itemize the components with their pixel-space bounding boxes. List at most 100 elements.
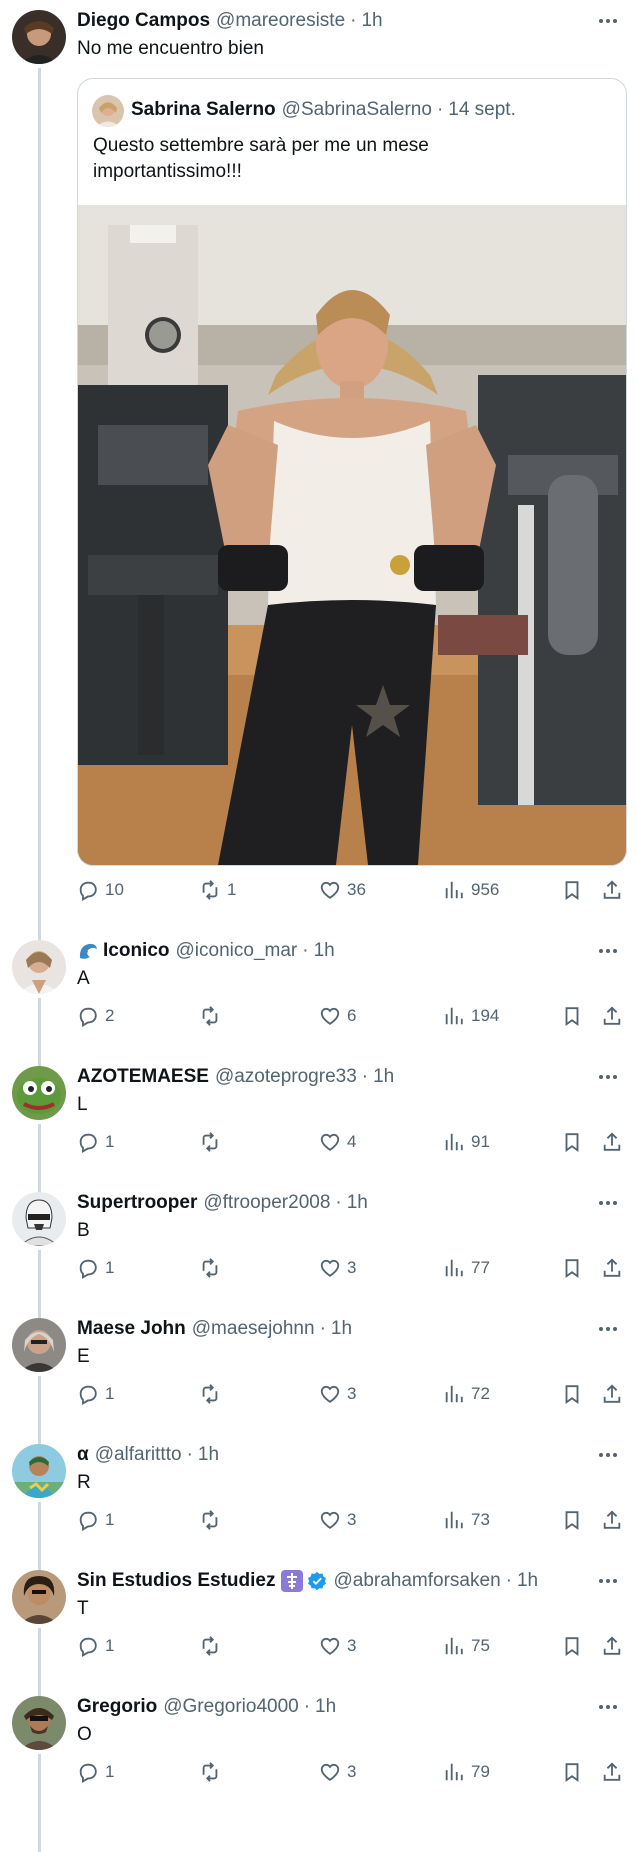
- verified-badge-icon[interactable]: [307, 1571, 327, 1591]
- avatar[interactable]: [12, 1192, 66, 1246]
- views-button[interactable]: 73: [443, 1508, 490, 1532]
- views-button[interactable]: 72: [443, 1382, 490, 1406]
- like-button[interactable]: 36: [319, 878, 366, 902]
- reply-button[interactable]: 1: [77, 1130, 114, 1154]
- more-options-icon[interactable]: [596, 12, 620, 30]
- author-name[interactable]: Sin Estudios Estudiez: [77, 1570, 275, 1592]
- repost-button[interactable]: [199, 1634, 221, 1658]
- avatar[interactable]: [12, 1570, 66, 1624]
- repost-button[interactable]: [199, 1004, 221, 1028]
- reply-button[interactable]: 1: [77, 1508, 114, 1532]
- author-name[interactable]: Iconico: [103, 940, 170, 962]
- views-button[interactable]: 75: [443, 1634, 490, 1658]
- views-button[interactable]: 194: [443, 1004, 499, 1028]
- reply-tweet[interactable]: AZOTEMAESE @azoteprogre33 · 1h L 1 4 91: [0, 1056, 638, 1194]
- avatar[interactable]: [12, 10, 66, 64]
- share-button[interactable]: [601, 1004, 623, 1028]
- views-button[interactable]: 91: [443, 1130, 490, 1154]
- reply-tweet[interactable]: α @alfarittto · 1h R 1 3 73: [0, 1434, 638, 1572]
- like-button[interactable]: 3: [319, 1760, 356, 1784]
- author-handle[interactable]: @iconico_mar: [176, 940, 298, 962]
- reply-tweet[interactable]: Gregorio @Gregorio4000 · 1h O 1 3 79: [0, 1686, 638, 1852]
- views-button[interactable]: 79: [443, 1760, 490, 1784]
- avatar[interactable]: [12, 1066, 66, 1120]
- bookmark-icon: [561, 1761, 583, 1783]
- timestamp[interactable]: 1h: [347, 1192, 368, 1214]
- reply-tweet[interactable]: Maese John @maesejohnn · 1h E 1 3 72: [0, 1308, 638, 1446]
- author-handle[interactable]: @azoteprogre33: [215, 1066, 357, 1088]
- quoted-tweet[interactable]: Sabrina Salerno @SabrinaSalerno · 14 sep…: [77, 78, 627, 866]
- author-handle[interactable]: @ftrooper2008: [203, 1192, 330, 1214]
- share-button[interactable]: [601, 1130, 623, 1154]
- timestamp[interactable]: 1h: [314, 940, 335, 962]
- author-name[interactable]: α: [77, 1444, 89, 1466]
- repost-button[interactable]: [199, 1382, 221, 1406]
- timestamp[interactable]: 1h: [361, 10, 382, 32]
- repost-button[interactable]: [199, 1130, 221, 1154]
- timestamp[interactable]: 1h: [331, 1318, 352, 1340]
- bookmark-button[interactable]: [561, 1004, 583, 1028]
- share-button[interactable]: [601, 1382, 623, 1406]
- like-button[interactable]: 3: [319, 1508, 356, 1532]
- author-handle[interactable]: @abrahamforsaken: [333, 1570, 500, 1592]
- avatar[interactable]: [12, 1444, 66, 1498]
- timestamp[interactable]: 1h: [517, 1570, 538, 1592]
- reply-button[interactable]: 1: [77, 1634, 114, 1658]
- bookmark-button[interactable]: [561, 1634, 583, 1658]
- share-button[interactable]: [601, 1256, 623, 1280]
- reply-button[interactable]: 2: [77, 1004, 114, 1028]
- avatar[interactable]: [12, 940, 66, 994]
- author-handle[interactable]: @mareoresiste: [216, 10, 345, 32]
- share-button[interactable]: [601, 1634, 623, 1658]
- share-button[interactable]: [601, 1760, 623, 1784]
- reply-tweet[interactable]: Iconico @iconico_mar · 1h A 2 6 194: [0, 930, 638, 1068]
- share-button[interactable]: [601, 1508, 623, 1532]
- reply-button[interactable]: 1: [77, 1382, 114, 1406]
- bookmark-button[interactable]: [561, 1508, 583, 1532]
- author-name[interactable]: Diego Campos: [77, 10, 210, 32]
- author-name[interactable]: AZOTEMAESE: [77, 1066, 209, 1088]
- author-handle[interactable]: @Gregorio4000: [163, 1696, 298, 1718]
- quote-photo[interactable]: [78, 205, 626, 865]
- repost-button[interactable]: [199, 1256, 221, 1280]
- avatar[interactable]: [12, 1318, 66, 1372]
- bookmark-button[interactable]: [561, 878, 583, 902]
- author-name[interactable]: Supertrooper: [77, 1192, 197, 1214]
- timestamp[interactable]: 1h: [198, 1444, 219, 1466]
- author-name[interactable]: Gregorio: [77, 1696, 157, 1718]
- more-options-icon[interactable]: [596, 1194, 620, 1212]
- share-button[interactable]: [601, 878, 623, 902]
- like-button[interactable]: 3: [319, 1634, 356, 1658]
- bookmark-button[interactable]: [561, 1760, 583, 1784]
- views-button[interactable]: 77: [443, 1256, 490, 1280]
- repost-button[interactable]: [199, 1508, 221, 1532]
- more-options-icon[interactable]: [596, 1068, 620, 1086]
- main-tweet[interactable]: Diego Campos @mareoresiste · 1h No me en…: [0, 0, 638, 942]
- like-button[interactable]: 3: [319, 1382, 356, 1406]
- more-options-icon[interactable]: [596, 1320, 620, 1338]
- reply-tweet[interactable]: Sin Estudios Estudiez @abrahamforsaken ·…: [0, 1560, 638, 1698]
- more-options-icon[interactable]: [596, 942, 620, 960]
- bookmark-button[interactable]: [561, 1130, 583, 1154]
- more-options-icon[interactable]: [596, 1446, 620, 1464]
- reply-button[interactable]: 1: [77, 1760, 114, 1784]
- reply-button[interactable]: 1: [77, 1256, 114, 1280]
- reply-tweet[interactable]: Supertrooper @ftrooper2008 · 1h B 1 3 77: [0, 1182, 638, 1320]
- views-button[interactable]: 956: [443, 878, 499, 902]
- author-handle[interactable]: @alfarittto: [95, 1444, 182, 1466]
- author-handle[interactable]: @maesejohnn: [192, 1318, 315, 1340]
- more-options-icon[interactable]: [596, 1572, 620, 1590]
- like-button[interactable]: 3: [319, 1256, 356, 1280]
- more-options-icon[interactable]: [596, 1698, 620, 1716]
- repost-button[interactable]: [199, 1760, 221, 1784]
- author-name[interactable]: Maese John: [77, 1318, 186, 1340]
- bookmark-button[interactable]: [561, 1382, 583, 1406]
- timestamp[interactable]: 1h: [373, 1066, 394, 1088]
- like-button[interactable]: 6: [319, 1004, 356, 1028]
- avatar[interactable]: [12, 1696, 66, 1750]
- repost-button[interactable]: 1: [199, 878, 236, 902]
- reply-button[interactable]: 10: [77, 878, 124, 902]
- like-button[interactable]: 4: [319, 1130, 356, 1154]
- bookmark-button[interactable]: [561, 1256, 583, 1280]
- timestamp[interactable]: 1h: [315, 1696, 336, 1718]
